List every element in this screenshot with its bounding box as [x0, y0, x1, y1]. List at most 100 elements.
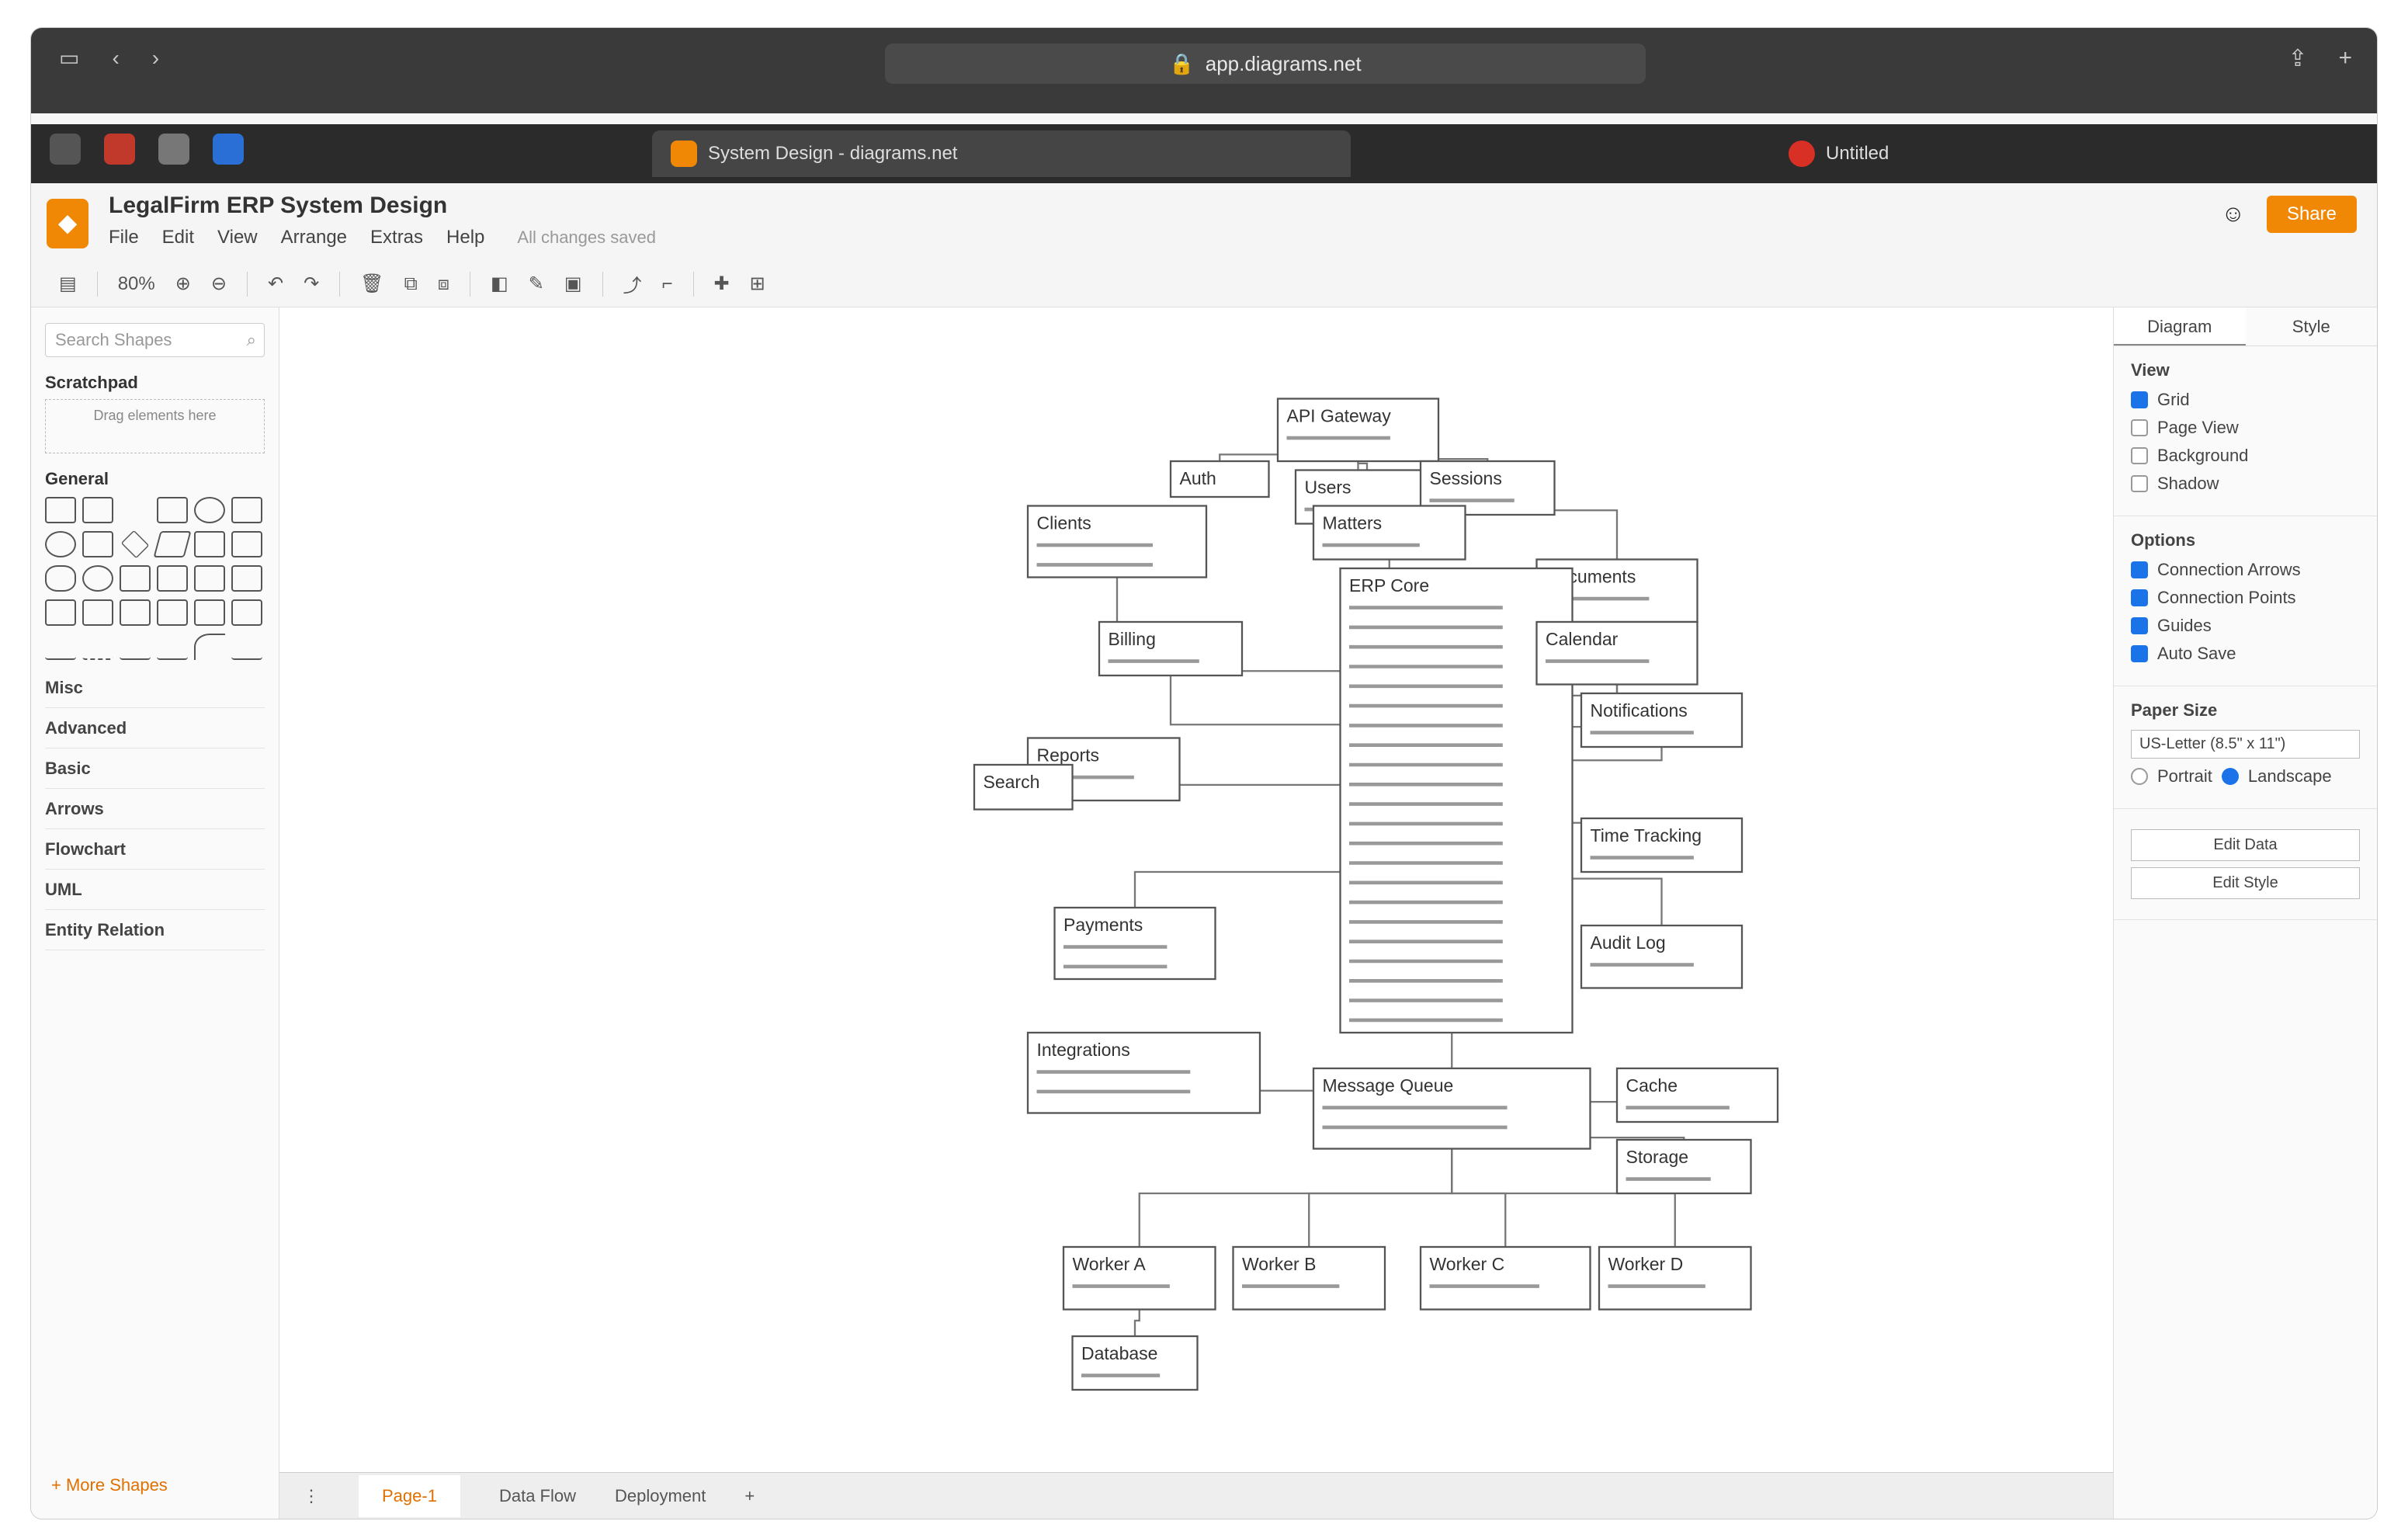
rounded-rect-shape[interactable]: [82, 497, 113, 523]
diagram-node[interactable]: Cache: [1615, 1067, 1779, 1123]
diagram-node[interactable]: Storage: [1615, 1138, 1752, 1195]
diagram-node[interactable]: Message Queue: [1312, 1067, 1591, 1150]
back-icon[interactable]: ‹: [112, 46, 119, 71]
general-library-title[interactable]: General: [45, 469, 265, 489]
grid-shape[interactable]: [231, 599, 262, 626]
text-shape[interactable]: [120, 497, 151, 523]
forward-icon[interactable]: ›: [152, 46, 159, 71]
diagram-node[interactable]: Search: [973, 763, 1074, 811]
cloud-shape[interactable]: [82, 565, 113, 592]
option-checkbox[interactable]: [2131, 589, 2148, 606]
menu-view[interactable]: View: [217, 227, 258, 248]
library-basic[interactable]: Basic: [45, 748, 265, 789]
diagram-node[interactable]: Billing: [1098, 620, 1244, 677]
link-shape[interactable]: [231, 634, 262, 660]
actor-shape[interactable]: [157, 599, 188, 626]
library-arrows[interactable]: Arrows: [45, 789, 265, 829]
callout-shape[interactable]: [82, 599, 113, 626]
diagram-node[interactable]: Worker D: [1598, 1245, 1752, 1311]
card-shape[interactable]: [157, 565, 188, 592]
diagram-node[interactable]: API Gateway: [1276, 398, 1440, 463]
option-checkbox[interactable]: [2131, 617, 2148, 634]
waypoints-icon[interactable]: ⌐: [662, 273, 673, 295]
tab-deployment[interactable]: Deployment: [615, 1486, 706, 1506]
diagram-svg[interactable]: API Gateway Auth Users Sessions Clients Matte…: [279, 307, 2143, 1472]
container-shape[interactable]: [194, 599, 225, 626]
diagram-node[interactable]: Worker C: [1419, 1245, 1591, 1311]
arrow-shape[interactable]: [120, 634, 151, 660]
line-shape[interactable]: [45, 634, 76, 660]
menu-arrange[interactable]: Arrange: [281, 227, 347, 248]
document-shape[interactable]: [120, 565, 151, 592]
scratchpad-title[interactable]: Scratchpad: [45, 373, 265, 393]
diagram-node[interactable]: Worker A: [1062, 1245, 1216, 1311]
parallelogram-shape[interactable]: [153, 531, 192, 557]
line-color-icon[interactable]: ✎: [529, 273, 544, 295]
tab-data-flow[interactable]: Data Flow: [499, 1486, 576, 1506]
delete-icon[interactable]: 🗑: [360, 273, 383, 295]
diagram-node[interactable]: Notifications: [1580, 692, 1744, 748]
library-flowchart[interactable]: Flowchart: [45, 829, 265, 870]
cylinder-shape[interactable]: [45, 565, 76, 592]
triangle-shape[interactable]: [231, 531, 262, 557]
add-page-icon[interactable]: +: [744, 1486, 755, 1506]
library-advanced[interactable]: Advanced: [45, 708, 265, 748]
tab-style[interactable]: Style: [2246, 307, 2378, 346]
tape-shape[interactable]: [194, 565, 225, 592]
edit-style-button[interactable]: Edit Style: [2131, 867, 2360, 899]
extension-icon[interactable]: [104, 134, 135, 165]
cube-shape[interactable]: [120, 599, 151, 626]
sidebar-toggle-icon[interactable]: ▭: [59, 45, 79, 71]
diagram-node[interactable]: Worker B: [1232, 1245, 1386, 1311]
library-entity-relation[interactable]: Entity Relation: [45, 910, 265, 950]
redo-icon[interactable]: ↷: [304, 273, 319, 295]
library-misc[interactable]: Misc: [45, 668, 265, 708]
library-uml[interactable]: UML: [45, 870, 265, 910]
zoom-out-icon[interactable]: ⊖: [211, 273, 227, 295]
diagram-node[interactable]: Auth: [1169, 460, 1270, 498]
format-panel-toggle-icon[interactable]: ▤: [59, 273, 77, 295]
step-shape[interactable]: [231, 565, 262, 592]
note-shape[interactable]: [45, 599, 76, 626]
undo-icon[interactable]: ↶: [268, 273, 283, 295]
diagram-node[interactable]: Database: [1071, 1335, 1199, 1391]
diagram-node[interactable]: Matters: [1312, 505, 1466, 561]
bidirectional-arrow-shape[interactable]: [157, 634, 188, 660]
connection-icon[interactable]: ⤴: [623, 270, 642, 297]
extension-icon[interactable]: [158, 134, 189, 165]
to-front-icon[interactable]: ⧉: [404, 273, 418, 295]
ellipse-shape[interactable]: [194, 497, 225, 523]
menu-edit[interactable]: Edit: [162, 227, 194, 248]
circle-shape[interactable]: [45, 531, 76, 557]
rectangle-shape[interactable]: [45, 497, 76, 523]
landscape-radio[interactable]: [2221, 768, 2239, 785]
zoom-level[interactable]: 80%: [118, 273, 155, 295]
menu-extras[interactable]: Extras: [370, 227, 423, 248]
extension-icon[interactable]: [213, 134, 244, 165]
zoom-in-icon[interactable]: ⊕: [175, 273, 191, 295]
more-shapes-button[interactable]: + More Shapes: [51, 1475, 168, 1495]
menu-file[interactable]: File: [109, 227, 139, 248]
scratchpad-dropzone[interactable]: Drag elements here: [45, 399, 265, 453]
extension-icon[interactable]: [50, 134, 81, 165]
paper-size-select[interactable]: US-Letter (8.5" x 11"): [2131, 730, 2360, 759]
curve-shape[interactable]: [194, 634, 225, 660]
diagram-node[interactable]: Integrations: [1026, 1031, 1261, 1114]
option-checkbox[interactable]: [2131, 645, 2148, 662]
diamond-shape[interactable]: [120, 530, 150, 559]
insert-icon[interactable]: ✚: [714, 273, 730, 295]
portrait-radio[interactable]: [2131, 768, 2148, 785]
square-shape[interactable]: [231, 497, 262, 523]
dashed-line-shape[interactable]: [82, 634, 113, 660]
diagram-canvas[interactable]: API Gateway Auth Users Sessions Clients Matte…: [279, 307, 2143, 1472]
share-button[interactable]: Share: [2266, 196, 2357, 233]
tab-untitled[interactable]: Untitled: [1770, 130, 2313, 177]
hexagon-shape[interactable]: [194, 531, 225, 557]
tab-diagram[interactable]: Diagram: [2114, 307, 2246, 346]
diagram-node[interactable]: Time Tracking: [1580, 817, 1744, 873]
diagram-node[interactable]: Calendar: [1535, 620, 1698, 686]
share-icon[interactable]: ⇪: [2288, 45, 2307, 72]
option-checkbox[interactable]: [2131, 561, 2148, 578]
table-icon[interactable]: ⊞: [750, 273, 765, 295]
tab-page-1[interactable]: Page-1: [359, 1474, 460, 1517]
